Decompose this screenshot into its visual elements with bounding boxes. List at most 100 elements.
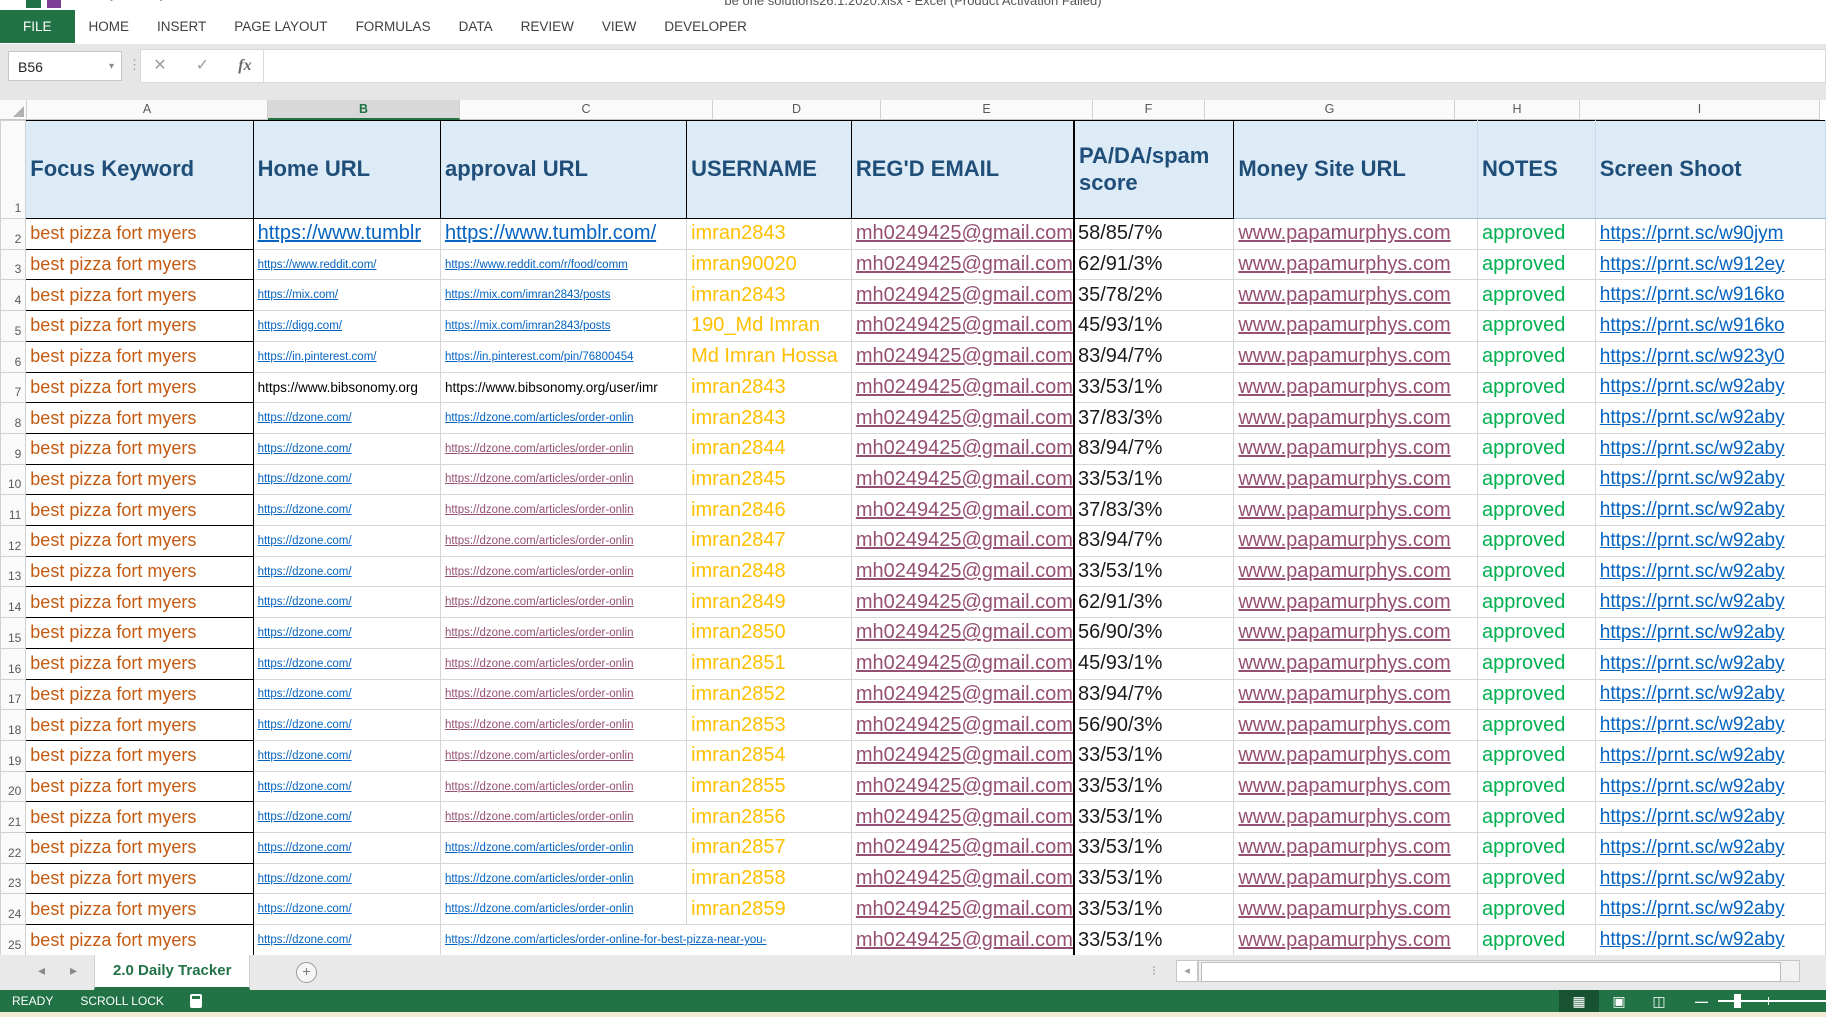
formula-input[interactable] [263, 50, 1825, 82]
cell-B15[interactable]: https://dzone.com/ [253, 618, 440, 649]
cell-H23[interactable]: approved [1477, 863, 1595, 894]
cell-E15[interactable]: mh0249425@gmail.com [851, 618, 1074, 649]
cell-G22[interactable]: www.papamurphys.com [1234, 833, 1478, 864]
cell-C3[interactable]: https://www.reddit.com/r/food/comm [440, 249, 686, 280]
row-header-23[interactable]: 23 [1, 863, 26, 894]
cell-D2[interactable]: imran2843 [687, 219, 852, 250]
cell-I21[interactable]: https://prnt.sc/w92aby [1595, 802, 1825, 833]
cell-G11[interactable]: www.papamurphys.com [1234, 495, 1478, 526]
row-header-13[interactable]: 13 [1, 556, 26, 587]
cell-H15[interactable]: approved [1477, 618, 1595, 649]
cell-D20[interactable]: imran2855 [687, 771, 852, 802]
cell-I13[interactable]: https://prnt.sc/w92aby [1595, 556, 1825, 587]
zoom-slider-handle[interactable] [1734, 994, 1741, 1008]
cell-H19[interactable]: approved [1477, 740, 1595, 771]
cell-A16[interactable]: best pizza fort myers [26, 648, 253, 679]
cell-D22[interactable]: imran2857 [687, 833, 852, 864]
home-url-link[interactable]: https://dzone.com/ [258, 473, 352, 485]
cell-I24[interactable]: https://prnt.sc/w92aby [1595, 894, 1825, 925]
cell-C12[interactable]: https://dzone.com/articles/order-onlin [440, 526, 686, 557]
approval-url-link[interactable]: https://dzone.com/articles/order-onlin [445, 504, 634, 516]
screenshot-link[interactable]: https://prnt.sc/w923y0 [1600, 346, 1785, 367]
column-header-I[interactable]: I [1580, 100, 1820, 120]
cell-D11[interactable]: imran2846 [687, 495, 852, 526]
header-approval-url[interactable]: approval URL [440, 121, 686, 219]
cell-E18[interactable]: mh0249425@gmail.com [851, 710, 1074, 741]
approval-url-link[interactable]: https://dzone.com/articles/order-onlin [445, 903, 634, 915]
cell-G4[interactable]: www.papamurphys.com [1234, 280, 1478, 311]
cell-E13[interactable]: mh0249425@gmail.com [851, 556, 1074, 587]
cell-D21[interactable]: imran2856 [687, 802, 852, 833]
approval-url-link[interactable]: https://dzone.com/articles/order-onlin [445, 719, 634, 731]
money-site-link[interactable]: www.papamurphys.com [1238, 621, 1450, 643]
cell-A2[interactable]: best pizza fort myers [26, 219, 253, 250]
hscroll-left-icon[interactable]: ◂ [1176, 960, 1198, 982]
cell-F6[interactable]: 83/94/7% [1074, 341, 1234, 372]
screenshot-link[interactable]: https://prnt.sc/w92aby [1600, 622, 1785, 643]
cell-G20[interactable]: www.papamurphys.com [1234, 771, 1478, 802]
column-header-D[interactable]: D [713, 100, 881, 120]
email-link[interactable]: mh0249425@gmail.com [856, 376, 1073, 398]
row-header-25[interactable]: 25 [1, 925, 26, 955]
money-site-link[interactable]: www.papamurphys.com [1238, 836, 1450, 858]
screenshot-link[interactable]: https://prnt.sc/w92aby [1600, 376, 1785, 397]
cell-F3[interactable]: 62/91/3% [1074, 249, 1234, 280]
cell-F25[interactable]: 33/53/1% [1074, 925, 1234, 955]
cell-D18[interactable]: imran2853 [687, 710, 852, 741]
cell-C16[interactable]: https://dzone.com/articles/order-onlin [440, 648, 686, 679]
header-reg-d-email[interactable]: REG'D EMAIL [851, 121, 1074, 219]
approval-url-link[interactable]: https://www.reddit.com/r/food/comm [445, 259, 628, 271]
email-link[interactable]: mh0249425@gmail.com [856, 437, 1073, 459]
cell-A22[interactable]: best pizza fort myers [26, 833, 253, 864]
ribbon-tab-file[interactable]: FILE [0, 10, 75, 43]
money-site-link[interactable]: www.papamurphys.com [1238, 468, 1450, 490]
cell-C17[interactable]: https://dzone.com/articles/order-onlin [440, 679, 686, 710]
screenshot-link[interactable]: https://prnt.sc/w92aby [1600, 776, 1785, 797]
money-site-link[interactable]: www.papamurphys.com [1238, 376, 1450, 398]
screenshot-link[interactable]: https://prnt.sc/w92aby [1600, 837, 1785, 858]
cell-H24[interactable]: approved [1477, 894, 1595, 925]
cell-G8[interactable]: www.papamurphys.com [1234, 403, 1478, 434]
cell-A12[interactable]: best pizza fort myers [26, 526, 253, 557]
row-header-22[interactable]: 22 [1, 833, 26, 864]
header-money-site-url[interactable]: Money Site URL [1234, 121, 1478, 219]
screenshot-link[interactable]: https://prnt.sc/w92aby [1600, 438, 1785, 459]
money-site-link[interactable]: www.papamurphys.com [1238, 806, 1450, 828]
cell-E23[interactable]: mh0249425@gmail.com [851, 863, 1074, 894]
screenshot-link[interactable]: https://prnt.sc/w92aby [1600, 806, 1785, 827]
cell-A5[interactable]: best pizza fort myers [26, 311, 253, 342]
cell-A25[interactable]: best pizza fort myers [26, 925, 253, 955]
sheet-nav-right-icon[interactable]: ▸ [70, 962, 77, 979]
money-site-link[interactable]: www.papamurphys.com [1238, 437, 1450, 459]
approval-url-link[interactable]: https://dzone.com/articles/order-onlin [445, 473, 634, 485]
row-header-9[interactable]: 9 [1, 433, 26, 464]
email-link[interactable]: mh0249425@gmail.com [856, 621, 1073, 643]
cell-C23[interactable]: https://dzone.com/articles/order-onlin [440, 863, 686, 894]
email-link[interactable]: mh0249425@gmail.com [856, 929, 1073, 951]
cell-D24[interactable]: imran2859 [687, 894, 852, 925]
cell-E8[interactable]: mh0249425@gmail.com [851, 403, 1074, 434]
cell-B6[interactable]: https://in.pinterest.com/ [253, 341, 440, 372]
cell-H6[interactable]: approved [1477, 341, 1595, 372]
cell-A23[interactable]: best pizza fort myers [26, 863, 253, 894]
cell-D14[interactable]: imran2849 [687, 587, 852, 618]
cell-G23[interactable]: www.papamurphys.com [1234, 863, 1478, 894]
row-header-21[interactable]: 21 [1, 802, 26, 833]
cell-D16[interactable]: imran2851 [687, 648, 852, 679]
cell-G21[interactable]: www.papamurphys.com [1234, 802, 1478, 833]
cell-I6[interactable]: https://prnt.sc/w923y0 [1595, 341, 1825, 372]
money-site-link[interactable]: www.papamurphys.com [1238, 775, 1450, 797]
money-site-link[interactable]: www.papamurphys.com [1238, 222, 1450, 244]
cell-A19[interactable]: best pizza fort myers [26, 740, 253, 771]
cell-I20[interactable]: https://prnt.sc/w92aby [1595, 771, 1825, 802]
cell-D12[interactable]: imran2847 [687, 526, 852, 557]
approval-url-link[interactable]: https://www.bibsonomy.org/user/imr [445, 380, 658, 395]
cell-F17[interactable]: 83/94/7% [1074, 679, 1234, 710]
home-url-link[interactable]: https://dzone.com/ [258, 781, 352, 793]
cell-G7[interactable]: www.papamurphys.com [1234, 372, 1478, 403]
cell-C24[interactable]: https://dzone.com/articles/order-onlin [440, 894, 686, 925]
row-header-6[interactable]: 6 [1, 341, 26, 372]
home-url-link[interactable]: https://www.tumblr [258, 222, 421, 244]
header-username[interactable]: USERNAME [687, 121, 852, 219]
cell-E3[interactable]: mh0249425@gmail.com [851, 249, 1074, 280]
